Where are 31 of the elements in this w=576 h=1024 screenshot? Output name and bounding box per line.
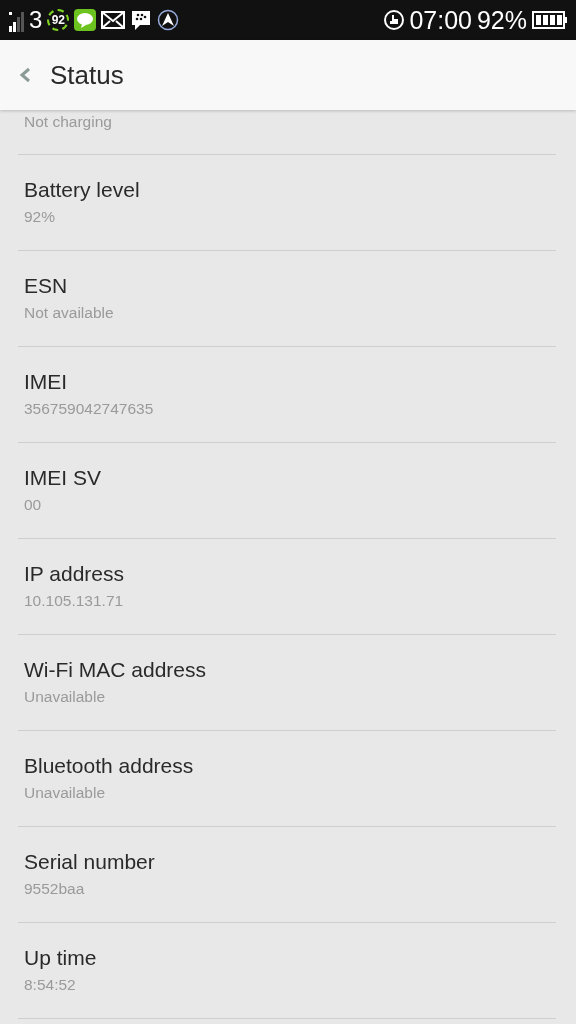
battery-icon bbox=[532, 11, 568, 29]
item-title: Bluetooth address bbox=[24, 753, 195, 779]
item-title: Wi-Fi MAC address bbox=[24, 657, 208, 683]
network-label: 3 bbox=[29, 8, 43, 32]
item-value: 92% bbox=[24, 207, 57, 227]
item-title: Serial number bbox=[24, 849, 156, 875]
item-value: 00 bbox=[24, 495, 43, 515]
item-title: Up time bbox=[24, 945, 98, 971]
item-value: 8:54:52 bbox=[24, 975, 77, 995]
screen-title: Status bbox=[50, 59, 124, 91]
battery-badge: 92 bbox=[47, 9, 70, 31]
item-title: ESN bbox=[24, 273, 69, 299]
navigation-icon bbox=[157, 9, 180, 31]
touch-icon bbox=[384, 10, 405, 30]
item-value: Not charging bbox=[24, 112, 113, 132]
item-title: IMEI bbox=[24, 369, 69, 395]
chat-icon bbox=[130, 9, 153, 31]
chat-bubble-icon bbox=[74, 9, 97, 31]
item-title: IMEI SV bbox=[24, 465, 103, 491]
item-title: IP address bbox=[24, 561, 125, 587]
item-title: Battery level bbox=[24, 177, 141, 203]
back-icon[interactable] bbox=[18, 67, 32, 83]
battery-percent: 92% bbox=[476, 5, 527, 35]
item-value: 9552baa bbox=[24, 879, 86, 899]
item-value: 10.105.131.71 bbox=[24, 591, 125, 611]
mail-icon bbox=[101, 11, 126, 29]
clock: 07:00 bbox=[409, 5, 472, 35]
item-value: Unavailable bbox=[24, 687, 106, 707]
item-value: Not available bbox=[24, 303, 115, 323]
item-value: Unavailable bbox=[24, 783, 106, 803]
item-value: 356759042747635 bbox=[24, 399, 155, 419]
